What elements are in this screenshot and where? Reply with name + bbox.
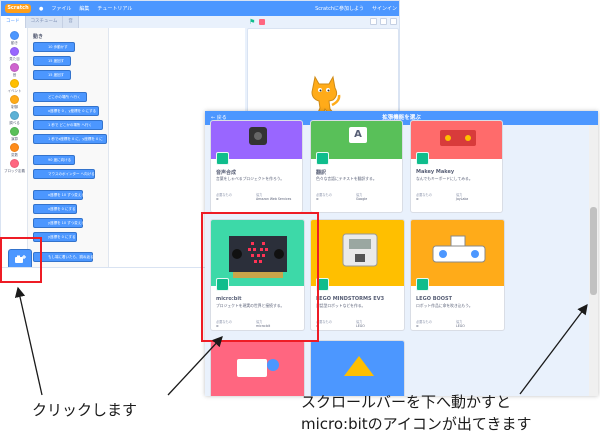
category-my-blocks-icon [10,159,19,168]
extension-card-lego-boost[interactable]: LEGO BOOST ロボット作品に命を吹き込もう。 必要なもの 協力 ⊛ LEGO [410,219,505,331]
category-variables-icon [10,143,19,152]
tab-code[interactable]: コード [1,16,26,28]
small-stage-icon[interactable] [370,18,377,25]
wedo-hub-icon [237,359,279,377]
extension-image [311,341,404,396]
language-menu-globe-icon[interactable] [39,6,43,12]
scratch-logo[interactable]: Scratch [5,4,31,13]
block-turn-right[interactable]: 15 度回す [33,56,71,66]
annotation-scroll-line1: スクロールバーを下へ動かすと [301,393,512,411]
join-scratch-link[interactable]: Scratchに参加しよう [315,5,364,12]
stage-toolbar: ⚑ [245,16,399,28]
category-variables[interactable]: 変数 [1,143,28,158]
extension-image [211,341,304,396]
category-events[interactable]: イベント [1,79,28,94]
extension-library-scrollbar[interactable] [589,125,598,396]
block-glide-to[interactable]: 1 秒で どこかの場所 へ行く [33,120,103,130]
text-to-speech-badge-icon [216,152,229,165]
boost-badge-icon [416,278,429,291]
sensor-icon [344,356,374,376]
green-flag-icon[interactable]: ⚑ [249,19,255,26]
block-point-direction[interactable]: 90 度に向ける [33,155,75,165]
boost-robot-icon [432,235,486,263]
block-go-to[interactable]: どこかの場所 へ行く [33,92,87,102]
palette-heading: 動き [33,34,44,40]
block-point-towards[interactable]: マウスのポインター へ向ける [33,169,95,179]
extension-card-lego-wedo[interactable] [210,340,305,396]
block-turn-left[interactable]: 15 度回す [33,70,71,80]
menu-tutorials[interactable]: チュートリアル [97,5,132,12]
fullscreen-icon[interactable] [390,18,397,25]
block-change-x[interactable]: x座標を 10 ずつ変える [33,190,85,200]
category-sensing-icon [10,111,19,120]
category-menu: 動き 見た目 音 イベント 制御 調べる 演算 変数 ブロック定義 [1,28,28,267]
block-palette: 動き 10 歩動かす 15 度回す 15 度回す どこかの場所 へ行く x座標を… [28,28,109,267]
block-go-to-xy[interactable]: x座標を 0 、y座標を 0 にする [33,106,99,116]
highlight-extension-button [0,237,42,283]
editor-tabs: コード コスチューム 音 [1,16,109,28]
extension-card-force-and-acceleration[interactable] [310,340,405,396]
category-sound[interactable]: 音 [1,63,28,78]
ev3-brick-icon [342,233,378,267]
block-set-x[interactable]: x座標を 0 にする [33,204,77,214]
block-glide-to-xy[interactable]: 1 秒でx座標を 0 に、y座標を 0 に [33,134,107,144]
internet-required-icon: ⊛ [216,197,219,201]
category-motion-icon [10,31,19,40]
block-move-steps[interactable]: 10 歩動かす [33,42,75,52]
extension-card-makey-makey[interactable]: Makey Makey なんでもキーボードにしてみる。 必要なもの 協力 ⊛ JoyL… [410,120,503,213]
menu-bar: Scratch ファイル 編集 チュートリアル Scratchに参加しよう サイ… [1,1,399,16]
bluetooth-wifi-icon: ⊛ [416,324,419,328]
category-sensing[interactable]: 調べる [1,111,28,126]
annotation-click: クリックします [32,401,138,419]
stop-icon[interactable] [259,19,265,25]
category-control[interactable]: 制御 [1,95,28,110]
block-change-y[interactable]: y座標を 10 ずつ変える [33,218,85,228]
extension-card-text-to-speech[interactable]: 音声合成 言葉をしゃべるプロジェクトを作ろう。 必要なもの 協力 ⊛ Amazon W… [210,120,303,213]
extension-image [411,220,504,286]
menu-file[interactable]: ファイル [51,5,71,12]
arrow-to-extension-button [14,286,43,396]
category-looks[interactable]: 見た目 [1,47,28,62]
translate-a-icon: A [349,127,367,143]
makey-board-icon [440,130,476,146]
highlight-microbit-card [201,212,319,342]
category-control-icon [10,95,19,104]
category-looks-icon [10,47,19,56]
translate-badge-icon [316,152,329,165]
speaker-device-icon [249,127,267,145]
large-stage-icon[interactable] [380,18,387,25]
category-my-blocks[interactable]: ブロック定義 [1,159,28,174]
internet-required-icon: ⊛ [316,197,319,201]
category-operators[interactable]: 演算 [1,127,28,142]
category-events-icon [10,79,19,88]
extension-card-lego-ev3[interactable]: LEGO MINDSTORMS EV3 対話型ロボットなどを作る。 必要なもの協… [310,219,405,331]
menu-edit[interactable]: 編集 [79,5,89,12]
sign-in-link[interactable]: サインイン [372,5,397,12]
tab-costumes[interactable]: コスチューム [25,16,64,28]
category-sound-icon [10,63,19,72]
tab-sounds[interactable]: 音 [63,16,79,28]
category-motion[interactable]: 動き [1,31,28,46]
internet-required-icon: ⊛ [416,197,419,201]
extension-card-translate[interactable]: A 翻訳 色々な言語にテキストを翻訳する。 必要なもの 協力 ⊛ Google [310,120,403,213]
makey-makey-badge-icon [416,152,429,165]
annotation-scroll-line2: micro:bitのアイコンが出てきます [301,415,532,433]
scrollbar-thumb[interactable] [590,207,597,295]
extension-image [311,220,404,286]
category-operators-icon [10,127,19,136]
block-bounce-on-edge[interactable]: もし端に着いたら、跳ね返る [33,252,94,262]
